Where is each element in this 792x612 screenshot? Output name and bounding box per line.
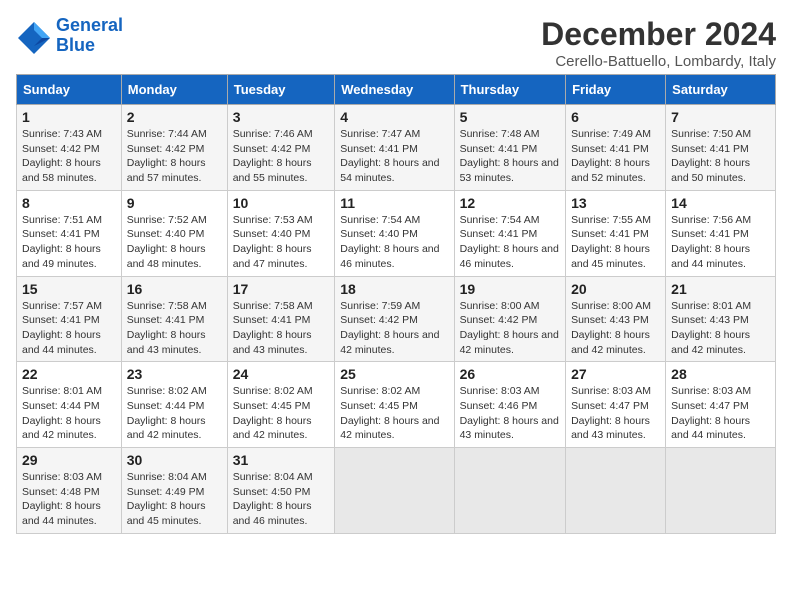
logo-line2: Blue xyxy=(56,35,95,55)
day-cell-1: 1 Sunrise: 7:43 AMSunset: 4:42 PMDayligh… xyxy=(17,105,122,191)
logo: General Blue xyxy=(16,16,123,56)
day-cell-31: 31 Sunrise: 8:04 AMSunset: 4:50 PMDaylig… xyxy=(227,448,335,534)
week-row-2: 8 Sunrise: 7:51 AMSunset: 4:41 PMDayligh… xyxy=(17,190,776,276)
day-cell-5: 5 Sunrise: 7:48 AMSunset: 4:41 PMDayligh… xyxy=(454,105,565,191)
day-cell-4: 4 Sunrise: 7:47 AMSunset: 4:41 PMDayligh… xyxy=(335,105,454,191)
day-cell-26: 26 Sunrise: 8:03 AMSunset: 4:46 PMDaylig… xyxy=(454,362,565,448)
header-monday: Monday xyxy=(121,75,227,105)
day-cell-16: 16 Sunrise: 7:58 AMSunset: 4:41 PMDaylig… xyxy=(121,276,227,362)
week-row-4: 22 Sunrise: 8:01 AMSunset: 4:44 PMDaylig… xyxy=(17,362,776,448)
header-thursday: Thursday xyxy=(454,75,565,105)
empty-cell-4 xyxy=(666,448,776,534)
day-cell-20: 20 Sunrise: 8:00 AMSunset: 4:43 PMDaylig… xyxy=(566,276,666,362)
header-tuesday: Tuesday xyxy=(227,75,335,105)
day-cell-28: 28 Sunrise: 8:03 AMSunset: 4:47 PMDaylig… xyxy=(666,362,776,448)
day-cell-17: 17 Sunrise: 7:58 AMSunset: 4:41 PMDaylig… xyxy=(227,276,335,362)
week-row-5: 29 Sunrise: 8:03 AMSunset: 4:48 PMDaylig… xyxy=(17,448,776,534)
day-cell-8: 8 Sunrise: 7:51 AMSunset: 4:41 PMDayligh… xyxy=(17,190,122,276)
day-cell-27: 27 Sunrise: 8:03 AMSunset: 4:47 PMDaylig… xyxy=(566,362,666,448)
day-cell-14: 14 Sunrise: 7:56 AMSunset: 4:41 PMDaylig… xyxy=(666,190,776,276)
day-cell-21: 21 Sunrise: 8:01 AMSunset: 4:43 PMDaylig… xyxy=(666,276,776,362)
empty-cell-2 xyxy=(454,448,565,534)
week-row-3: 15 Sunrise: 7:57 AMSunset: 4:41 PMDaylig… xyxy=(17,276,776,362)
day-cell-6: 6 Sunrise: 7:49 AMSunset: 4:41 PMDayligh… xyxy=(566,105,666,191)
day-cell-18: 18 Sunrise: 7:59 AMSunset: 4:42 PMDaylig… xyxy=(335,276,454,362)
empty-cell-3 xyxy=(566,448,666,534)
page-header: General Blue December 2024 Cerello-Battu… xyxy=(16,16,776,70)
logo-icon xyxy=(16,18,52,54)
header-saturday: Saturday xyxy=(666,75,776,105)
week-row-1: 1 Sunrise: 7:43 AMSunset: 4:42 PMDayligh… xyxy=(17,105,776,191)
day-cell-29: 29 Sunrise: 8:03 AMSunset: 4:48 PMDaylig… xyxy=(17,448,122,534)
day-cell-12: 12 Sunrise: 7:54 AMSunset: 4:41 PMDaylig… xyxy=(454,190,565,276)
header-sunday: Sunday xyxy=(17,75,122,105)
header-row: Sunday Monday Tuesday Wednesday Thursday… xyxy=(17,75,776,105)
calendar-table: Sunday Monday Tuesday Wednesday Thursday… xyxy=(16,74,776,534)
title-block: December 2024 Cerello-Battuello, Lombard… xyxy=(541,16,776,70)
day-cell-2: 2 Sunrise: 7:44 AMSunset: 4:42 PMDayligh… xyxy=(121,105,227,191)
calendar-title: December 2024 xyxy=(541,16,776,53)
day-cell-7: 7 Sunrise: 7:50 AMSunset: 4:41 PMDayligh… xyxy=(666,105,776,191)
day-cell-24: 24 Sunrise: 8:02 AMSunset: 4:45 PMDaylig… xyxy=(227,362,335,448)
day-cell-22: 22 Sunrise: 8:01 AMSunset: 4:44 PMDaylig… xyxy=(17,362,122,448)
day-cell-15: 15 Sunrise: 7:57 AMSunset: 4:41 PMDaylig… xyxy=(17,276,122,362)
day-cell-11: 11 Sunrise: 7:54 AMSunset: 4:40 PMDaylig… xyxy=(335,190,454,276)
day-cell-3: 3 Sunrise: 7:46 AMSunset: 4:42 PMDayligh… xyxy=(227,105,335,191)
empty-cell-1 xyxy=(335,448,454,534)
day-cell-19: 19 Sunrise: 8:00 AMSunset: 4:42 PMDaylig… xyxy=(454,276,565,362)
day-cell-25: 25 Sunrise: 8:02 AMSunset: 4:45 PMDaylig… xyxy=(335,362,454,448)
day-cell-13: 13 Sunrise: 7:55 AMSunset: 4:41 PMDaylig… xyxy=(566,190,666,276)
calendar-subtitle: Cerello-Battuello, Lombardy, Italy xyxy=(541,53,776,70)
day-cell-30: 30 Sunrise: 8:04 AMSunset: 4:49 PMDaylig… xyxy=(121,448,227,534)
day-cell-23: 23 Sunrise: 8:02 AMSunset: 4:44 PMDaylig… xyxy=(121,362,227,448)
logo-text: General Blue xyxy=(56,16,123,56)
day-cell-9: 9 Sunrise: 7:52 AMSunset: 4:40 PMDayligh… xyxy=(121,190,227,276)
header-friday: Friday xyxy=(566,75,666,105)
header-wednesday: Wednesday xyxy=(335,75,454,105)
logo-line1: General xyxy=(56,15,123,35)
day-cell-10: 10 Sunrise: 7:53 AMSunset: 4:40 PMDaylig… xyxy=(227,190,335,276)
